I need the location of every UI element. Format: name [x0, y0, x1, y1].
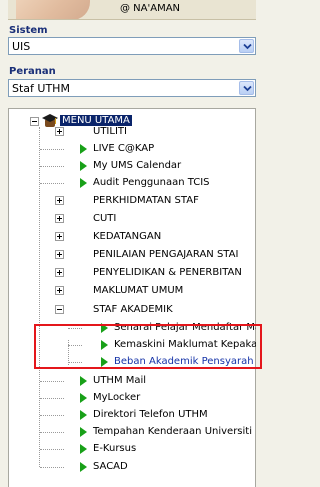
tree-item-penilaian-pengajaran[interactable]: PENILAIAN PENGAJARAN STAI: [40, 247, 256, 263]
tree-item-label: PERKHIDMATAN STAF: [93, 195, 199, 206]
expand-icon[interactable]: [55, 127, 64, 136]
tree-item-label: LIVE C@KAP: [93, 143, 155, 154]
tree-item-label: MyLocker: [93, 392, 141, 403]
tree-item-label: UTHM Mail: [93, 375, 147, 386]
tree-item-staf-akademik[interactable]: STAF AKADEMIK: [40, 302, 240, 318]
tree-subitem-kemaskini-maklumat[interactable]: Kemaskini Maklumat Kepakar: [68, 337, 256, 353]
tree-item-cuti[interactable]: CUTI: [40, 211, 240, 227]
tree-item-e-kursus[interactable]: E-Kursus: [40, 441, 240, 457]
tree-connector: [40, 398, 64, 399]
arrow-icon: [80, 427, 87, 437]
avatar: [16, 0, 90, 19]
tree-item-maklumat-umum[interactable]: MAKLUMAT UMUM: [40, 283, 240, 299]
tree-item-label: CUTI: [93, 213, 117, 224]
tree-item-label: Beban Akademik Pensyarah: [114, 356, 254, 367]
tree-item-tempahan-kenderaan[interactable]: Tempahan Kenderaan Universiti: [40, 424, 256, 440]
tree-connector: [68, 345, 82, 346]
arrow-icon: [80, 144, 87, 154]
tree-item-label: Senarai Pelajar Mendaftar Ma: [114, 322, 256, 333]
arrow-icon: [80, 376, 87, 386]
tree-item-label: UTILITI: [93, 126, 127, 137]
tree-item-label: PENILAIAN PENGAJARAN STAI: [93, 249, 239, 260]
tree-item-penyelidikan-penerbitan[interactable]: PENYELIDIKAN & PENERBITAN: [40, 265, 256, 281]
expand-icon[interactable]: [55, 232, 64, 241]
tree-connector: [68, 362, 82, 363]
tree-connector: [40, 449, 64, 450]
arrow-icon: [80, 178, 87, 188]
collapse-icon[interactable]: [55, 305, 64, 314]
tree-item-kedatangan[interactable]: KEDATANGAN: [40, 229, 240, 245]
tree-item-sacad[interactable]: SACAD: [40, 459, 240, 475]
peranan-select[interactable]: Staf UTHM: [8, 79, 256, 97]
arrow-icon: [101, 323, 108, 333]
tree-item-label: SACAD: [93, 461, 128, 472]
arrow-icon: [80, 462, 87, 472]
arrow-icon: [80, 410, 87, 420]
arrow-icon: [80, 161, 87, 171]
tree-item-label: STAF AKADEMIK: [93, 304, 173, 315]
sistem-dropdown-button[interactable]: [239, 39, 254, 53]
arrow-icon: [101, 340, 108, 350]
tree-item-perkhidmatan-staf[interactable]: PERKHIDMATAN STAF: [40, 193, 240, 209]
tree-item-mylocker[interactable]: MyLocker: [40, 390, 240, 406]
tree-item-label: My UMS Calendar: [93, 160, 182, 171]
tree-item-label: PENYELIDIKAN & PENERBITAN: [93, 267, 242, 278]
sistem-label: Sistem: [9, 25, 48, 36]
tree-subitem-beban-akademik[interactable]: Beban Akademik Pensyarah: [68, 354, 256, 370]
tree-item-uthm-mail[interactable]: UTHM Mail: [40, 373, 240, 389]
user-strip: @ NA'AMAN: [8, 0, 256, 20]
tree-connector: [40, 381, 64, 382]
expand-icon[interactable]: [55, 286, 64, 295]
chevron-down-icon: [243, 43, 252, 50]
tree-subitem-senarai-pelajar[interactable]: Senarai Pelajar Mendaftar Ma: [68, 320, 256, 336]
expand-icon[interactable]: [55, 196, 64, 205]
peranan-select-value: Staf UTHM: [12, 82, 70, 95]
sistem-select[interactable]: UIS: [8, 37, 256, 55]
expand-icon[interactable]: [55, 214, 64, 223]
username: @ NA'AMAN: [120, 3, 181, 14]
tree-item-label: Tempahan Kenderaan Universiti: [93, 426, 252, 437]
chevron-down-icon: [243, 85, 252, 92]
arrow-icon: [80, 393, 87, 403]
tree-connector: [40, 415, 64, 416]
tree-connector: [40, 467, 64, 468]
collapse-icon[interactable]: [30, 117, 39, 126]
tree-item-utiliti[interactable]: UTILITI: [40, 124, 240, 140]
expand-icon[interactable]: [55, 268, 64, 277]
tree-connector: [40, 183, 64, 184]
tree-connector: [40, 432, 64, 433]
arrow-icon: [101, 357, 108, 367]
tree-connector: [40, 149, 64, 150]
tree-item-audit-penggunaan-tcis[interactable]: Audit Penggunaan TCIS: [40, 175, 240, 191]
tree-item-my-ums-calendar[interactable]: My UMS Calendar: [40, 158, 240, 174]
tree-item-label: Audit Penggunaan TCIS: [93, 177, 210, 188]
tree-connector: [40, 166, 64, 167]
tree-item-live-ckap[interactable]: LIVE C@KAP: [40, 141, 240, 157]
tree-item-label: Kemaskini Maklumat Kepakar: [114, 339, 256, 350]
peranan-dropdown-button[interactable]: [239, 81, 254, 95]
tree-item-label: E-Kursus: [93, 443, 137, 454]
tree-item-label: MAKLUMAT UMUM: [93, 285, 184, 296]
peranan-label: Peranan: [9, 66, 56, 77]
tree-item-label: Direktori Telefon UTHM: [93, 409, 208, 420]
expand-icon[interactable]: [55, 250, 64, 259]
arrow-icon: [80, 444, 87, 454]
sistem-select-value: UIS: [12, 40, 31, 53]
tree-connector: [68, 328, 82, 329]
tree-item-direktori-telefon[interactable]: Direktori Telefon UTHM: [40, 407, 240, 423]
tree-item-label: KEDATANGAN: [93, 231, 162, 242]
